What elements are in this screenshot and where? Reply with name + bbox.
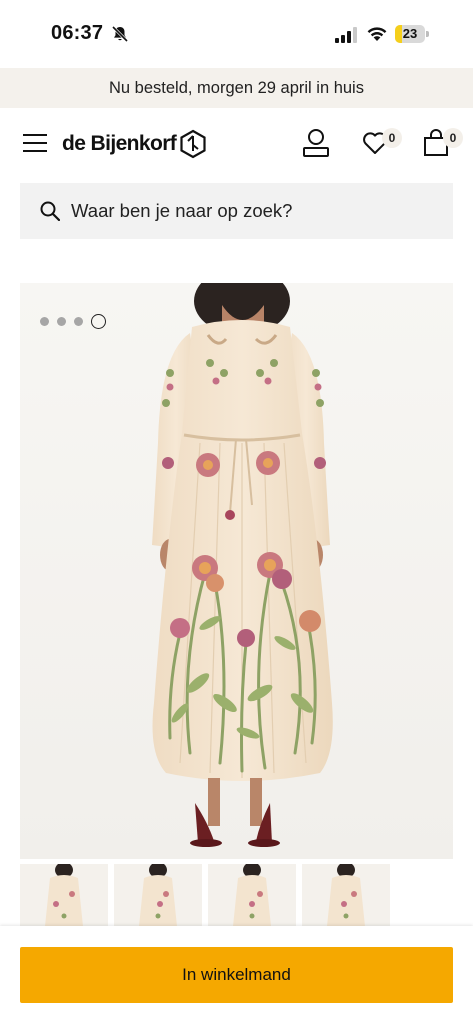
promo-text: Nu besteld, morgen 29 april in huis: [109, 78, 364, 97]
sticky-cta-bar: In winkelmand: [0, 926, 473, 1024]
product-photo-dress: [20, 283, 453, 859]
account-icon[interactable]: [302, 128, 330, 158]
status-time: 06:37: [51, 22, 104, 44]
carousel-dot[interactable]: [57, 317, 66, 326]
carousel-dot[interactable]: [91, 314, 106, 329]
site-header: de Bijenkorf 0 0: [0, 108, 473, 180]
bijenkorf-logo-icon: [180, 129, 206, 159]
product-thumbnail[interactable]: [20, 864, 108, 928]
battery-level: 23: [402, 26, 418, 41]
add-to-cart-button[interactable]: In winkelmand: [20, 947, 453, 1003]
status-bar: 06:37 23: [0, 0, 473, 68]
bell-slash-icon: [111, 25, 129, 43]
product-thumbnail[interactable]: [208, 864, 296, 928]
wishlist-button[interactable]: 0: [362, 128, 404, 158]
logo-text: de Bijenkorf: [62, 132, 177, 155]
bag-count-badge: 0: [443, 128, 463, 148]
wifi-icon: [367, 27, 387, 41]
search-input[interactable]: [71, 200, 431, 222]
search-icon: [40, 201, 60, 221]
menu-icon[interactable]: [23, 133, 47, 153]
carousel-indicator[interactable]: [40, 314, 106, 329]
thumbnail-strip: [20, 864, 473, 928]
signal-icon: [335, 27, 357, 43]
wishlist-count-badge: 0: [382, 128, 402, 148]
product-thumbnail[interactable]: [302, 864, 390, 928]
product-thumbnail[interactable]: [114, 864, 202, 928]
carousel-dot[interactable]: [74, 317, 83, 326]
battery-icon: 23: [395, 25, 429, 43]
carousel-dot[interactable]: [40, 317, 49, 326]
delivery-promo-banner: Nu besteld, morgen 29 april in huis: [0, 68, 473, 108]
search-bar[interactable]: [20, 183, 453, 239]
product-image-carousel[interactable]: [20, 283, 453, 859]
bijenkorf-logo[interactable]: de Bijenkorf: [62, 128, 207, 160]
shopping-bag-button[interactable]: 0: [423, 128, 465, 158]
